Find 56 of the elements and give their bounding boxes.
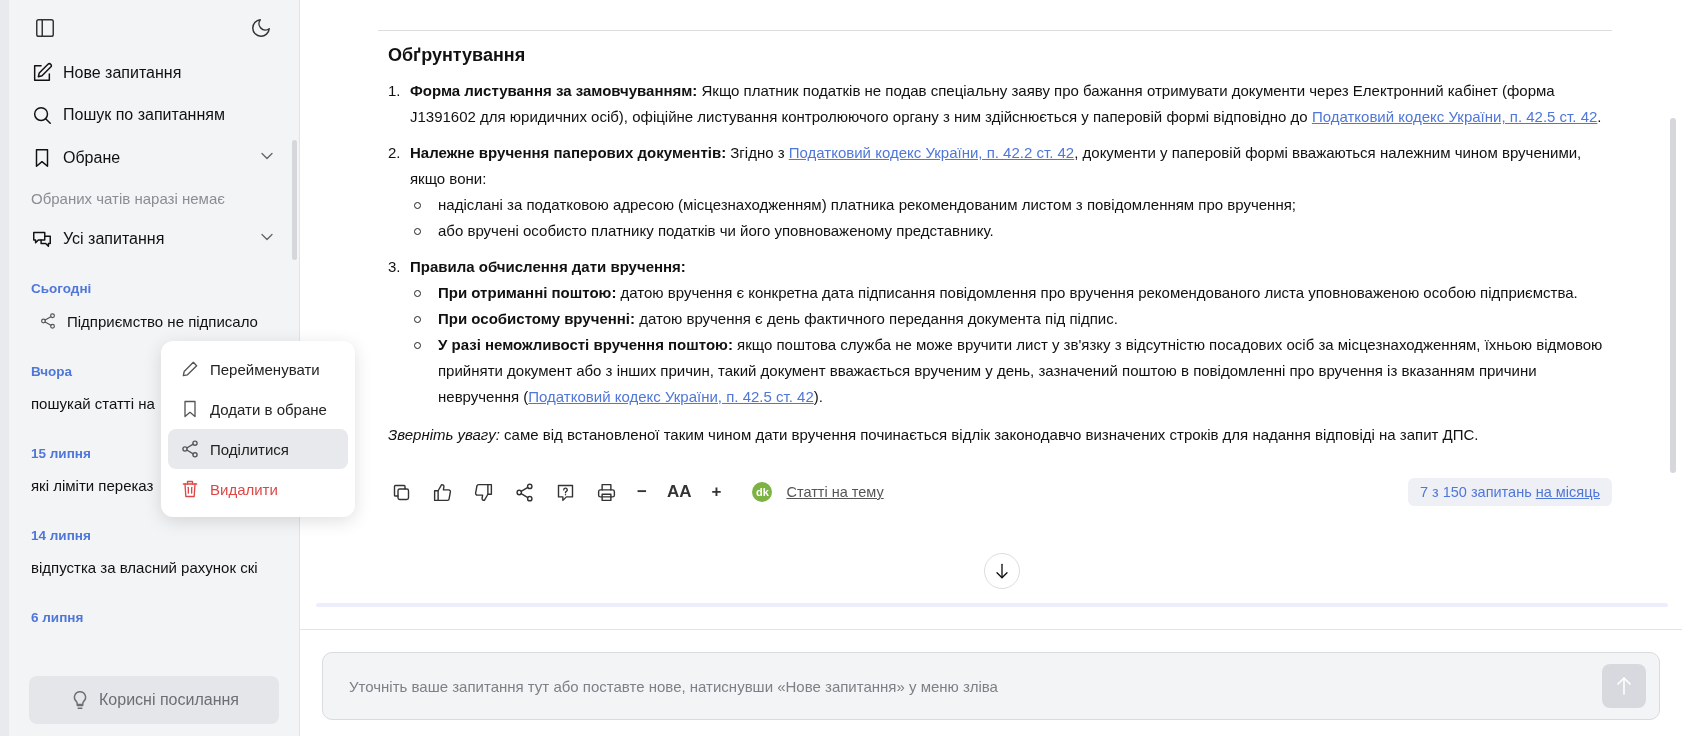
share-icon: [180, 439, 200, 459]
nav-item[interactable]: Нове запитання: [63, 64, 182, 82]
chat-item[interactable]: пошукай статті на: [31, 395, 155, 412]
thumbs-down-icon: [473, 481, 494, 503]
paragraph: При особистому врученні: датою вручення є день фактичного передання документа під підпис.: [438, 309, 1118, 329]
menu-item[interactable]: Поділитися: [168, 429, 348, 469]
useful-links-button[interactable]: Корисні посилання: [29, 676, 279, 724]
menu-item[interactable]: Додати в обране: [168, 389, 348, 429]
date-heading: 6 липня: [31, 610, 84, 625]
nav-item[interactable]: Усі запитання: [63, 230, 165, 248]
chat-item[interactable]: які ліміти переказ: [31, 477, 154, 494]
paragraph: Належне вручення паперових документів: Згідно з Податковий кодекс України, п. 42.2 ст. 42, документи у паперовій формі вважаються належним чином врученими, якщо вони:: [410, 143, 1583, 189]
list-number: 2.: [388, 143, 402, 163]
paragraph: При отриманні поштою: датою вручення є конкретна дата підписання повідомлення про вручення рекомендованого листа уповноваженою особою підприємства.: [438, 283, 1578, 303]
paragraph: Зверніть увагу: саме від встановленої таким чином дати вручення починається відлік законодавчо визначених строків для надання відповіді на запит ДПС.: [388, 425, 1479, 445]
section-heading: Обґрунтування: [388, 45, 527, 66]
pencil-icon: [180, 359, 200, 379]
nav-item[interactable]: Обране: [63, 149, 121, 167]
share-icon: [514, 481, 535, 503]
paragraph: У разі неможливості вручення поштою: якщо поштова служба не може вручити лист у зв'язку з відсутністю посадових осіб за місцезнаходженням, їхньою відмовою прийняти документ або з інших причин, такий документ вважається врученим у день, зазначений поштою в повідомленні про вручення із вказанням причини невручення (Податковий кодекс України, п. 42.5 ст. 42).: [438, 335, 1604, 407]
related-articles-link[interactable]: Статті на тему: [786, 484, 884, 500]
print-icon: [596, 481, 617, 503]
search-icon: [31, 104, 53, 126]
plus-button[interactable]: +: [708, 479, 725, 505]
chat-item[interactable]: відпустка за власний рахунок скі: [31, 559, 258, 576]
scrollbar[interactable]: [1670, 118, 1676, 473]
edit-icon: [31, 62, 53, 84]
empty-favorites-text: Обраних чатів наразі немає: [30, 189, 226, 209]
share-icon: [39, 312, 57, 330]
font-size-button[interactable]: AA: [663, 479, 695, 505]
paragraph: надіслані за податковою адресою (місцезнаходженням) платника рекомендованим листом з повідомленням про вручення;: [438, 195, 1296, 215]
scrollbar[interactable]: [292, 140, 297, 260]
menu-item[interactable]: Перейменувати: [168, 349, 348, 389]
date-heading: 14 липня: [31, 528, 91, 543]
month-link[interactable]: на місяць: [1535, 484, 1600, 500]
date-heading: Вчора: [31, 364, 73, 379]
nav-item[interactable]: Пошук по запитанням: [63, 106, 225, 124]
chat-item[interactable]: Підприємство не підписало: [67, 312, 258, 330]
trash-icon: [180, 479, 200, 499]
thumbs-up-icon: [432, 481, 453, 503]
paragraph: або вручені особисто платнику податків чи його уповноваженому представнику.: [438, 221, 994, 241]
site-logo-icon: dk: [752, 482, 773, 502]
moon-icon: [250, 17, 272, 39]
sidebar-icon: [34, 17, 56, 39]
date-heading: Сьогодні: [31, 281, 92, 296]
minus-button[interactable]: −: [634, 479, 650, 505]
menu-item[interactable]: Видалити: [168, 469, 348, 509]
paragraph: Форма листування за замовчуванням: Якщо платник податків не подав спеціальну заяву про бажання отримувати документи через Електронний кабінет (форма J1391602 для юридичних осіб), офіційне листування контролюючого органу з ним здійснюється у паперовій формі відповідно до Податковий кодекс України, п. 42.5 ст. 42.: [410, 81, 1603, 127]
date-heading: 15 липня: [31, 446, 91, 461]
scroll-down-button[interactable]: [984, 553, 1020, 589]
paragraph: Правила обчислення дати вручення:: [410, 257, 686, 277]
list-number: 3.: [388, 257, 402, 277]
question-input[interactable]: Уточніть ваше запитання тут або поставте нове, натиснувши «Нове запитання» у меню зліва: [322, 652, 1660, 720]
list-number: 1.: [388, 81, 402, 101]
quota-badge: 7 з 150 запитань на місяць: [1407, 478, 1612, 506]
article-link[interactable]: Податковий кодекс України, п. 42.5 ст. 42: [528, 388, 814, 405]
